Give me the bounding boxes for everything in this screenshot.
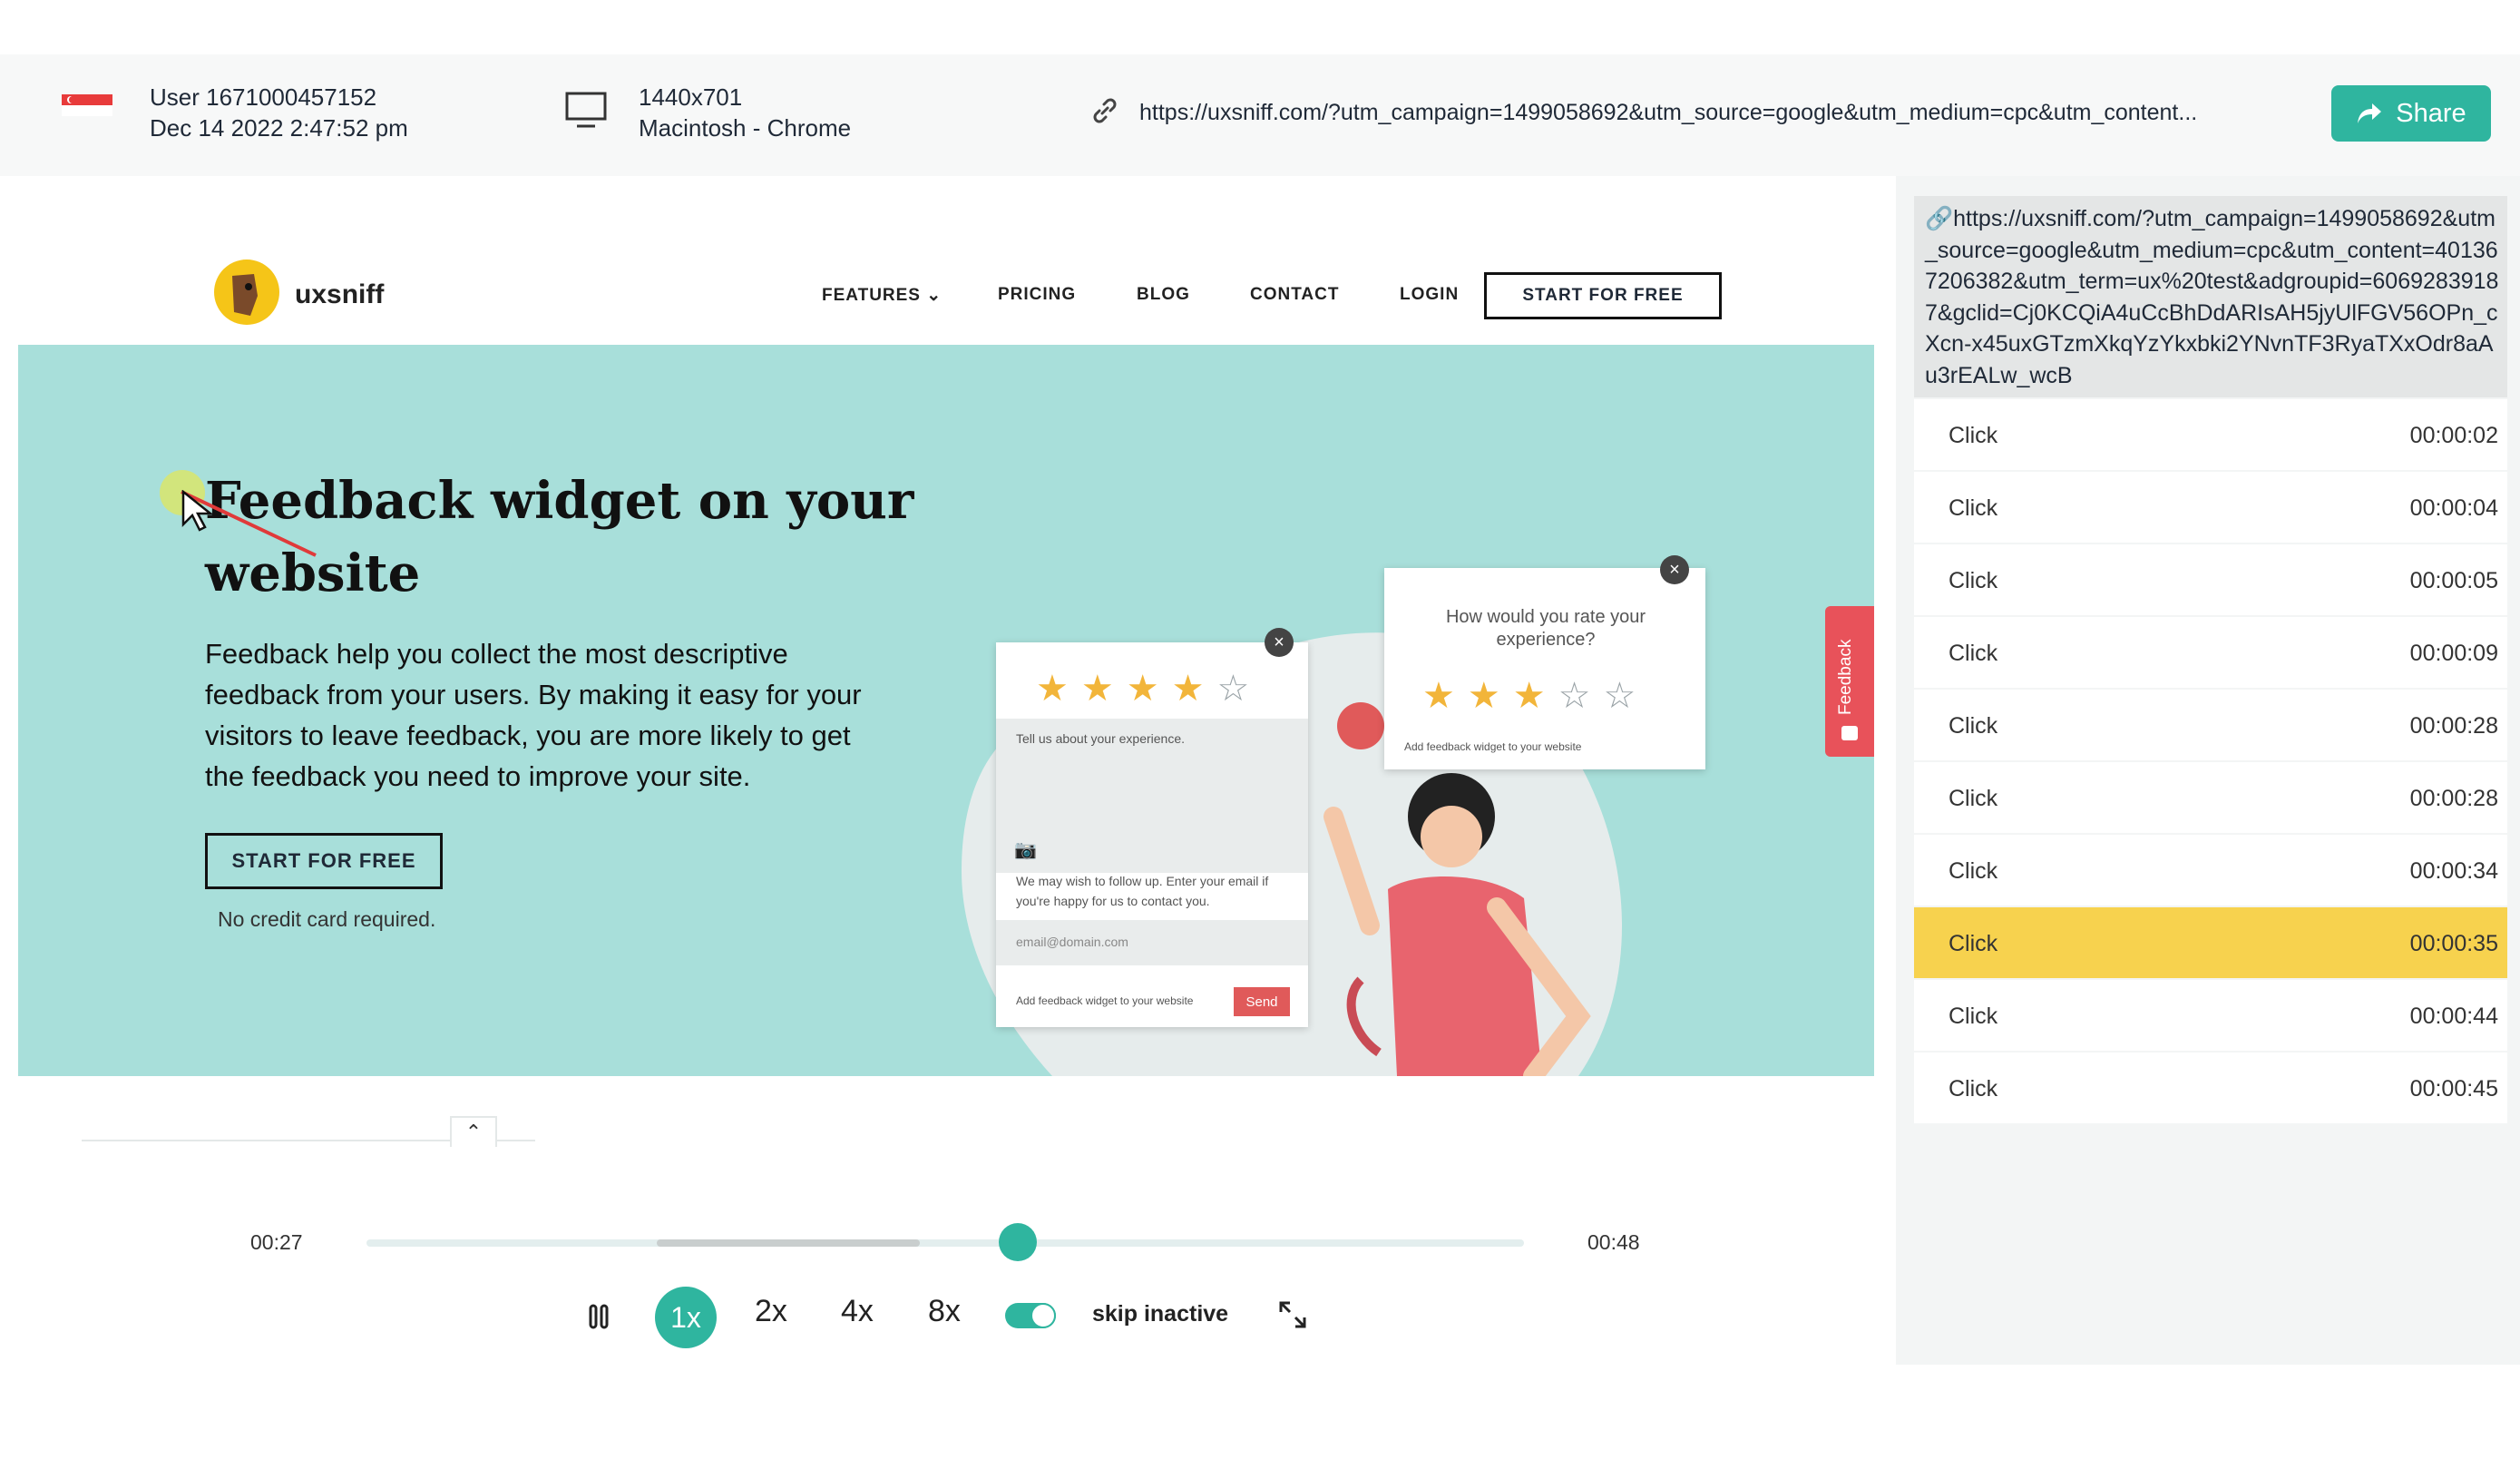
feedback-tab-label: Feedback (1836, 639, 1855, 715)
nav-pricing[interactable]: PRICING (998, 285, 1076, 305)
speed-2x-button[interactable]: 2x (755, 1294, 787, 1329)
event-time: 00:00:28 (2409, 786, 2498, 811)
nav-blog[interactable]: BLOG (1137, 285, 1190, 305)
event-name: Click (1949, 713, 1998, 739)
screen-resolution: 1440x701 (639, 83, 743, 111)
card1-footer: Add feedback widget to your website (1016, 994, 1194, 1007)
skip-inactive-label: skip inactive (1092, 1301, 1229, 1327)
event-name: Click (1949, 495, 1998, 521)
speed-4x-button[interactable]: 4x (841, 1294, 874, 1329)
hero-start-free-button[interactable]: START FOR FREE (205, 833, 443, 889)
speed-1x-button[interactable]: 1x (655, 1287, 717, 1348)
event-row[interactable]: Click 00:00:04 (1914, 472, 2507, 544)
close-icon: × (1660, 555, 1689, 584)
event-name: Click (1949, 568, 1998, 593)
link-icon: 🔗 (1925, 206, 1954, 231)
event-name: Click (1949, 786, 1998, 811)
skip-inactive-toggle-knob (1030, 1303, 1056, 1328)
pause-icon[interactable] (588, 1303, 610, 1330)
close-icon: × (1265, 628, 1294, 657)
event-row[interactable]: Click 00:00:35 (1914, 907, 2507, 980)
event-row[interactable]: Click 00:00:34 (1914, 835, 2507, 907)
event-name: Click (1949, 423, 1998, 448)
event-time: 00:00:45 (2409, 1076, 2498, 1102)
event-time: 00:00:34 (2409, 858, 2498, 884)
sidebar-url: 🔗https://uxsniff.com/?utm_campaign=14990… (1925, 203, 2502, 391)
event-row[interactable]: Click 00:00:28 (1914, 762, 2507, 835)
event-name: Click (1949, 1004, 1998, 1029)
device-info: Macintosh - Chrome (639, 114, 852, 142)
nav-start-free-button[interactable]: START FOR FREE (1484, 272, 1722, 319)
event-name: Click (1949, 858, 1998, 884)
event-time: 00:00:04 (2409, 495, 2498, 521)
share-button[interactable]: Share (2331, 85, 2491, 142)
session-date: Dec 14 2022 2:47:52 pm (150, 114, 408, 142)
hero-title: Feedback widget on your website (205, 471, 914, 603)
sidebar-url-text: https://uxsniff.com/?utm_campaign=149905… (1925, 206, 2499, 388)
message-icon (1841, 726, 1858, 740)
session-user-id: User 1671000457152 (150, 83, 377, 111)
event-name: Click (1949, 931, 1998, 956)
event-name: Click (1949, 1076, 1998, 1102)
event-time: 00:00:28 (2409, 713, 2498, 739)
feedback-placeholder: Tell us about your experience. (1016, 731, 1185, 746)
feedback-send-button: Send (1234, 987, 1290, 1016)
feedback-email-placeholder: email@domain.com (1016, 935, 1128, 949)
feedback-tab[interactable]: Feedback (1825, 606, 1874, 757)
hero-subtitle: Feedback help you collect the most descr… (205, 638, 862, 792)
event-row[interactable]: Click 00:00:44 (1914, 980, 2507, 1053)
event-row[interactable]: Click 00:00:09 (1914, 617, 2507, 690)
timeline-scrubber[interactable] (998, 1223, 1037, 1261)
current-time: 00:27 (250, 1230, 303, 1254)
share-icon (2358, 103, 2382, 123)
event-time: 00:00:09 (2409, 641, 2498, 666)
monitor-icon (565, 92, 607, 128)
nav-login[interactable]: LOGIN (1400, 285, 1459, 305)
event-name: Click (1949, 641, 1998, 666)
chevron-down-icon: ⌄ (926, 286, 943, 305)
chevron-up-icon[interactable]: ⌃ (450, 1116, 497, 1147)
event-time: 00:00:44 (2409, 1004, 2498, 1029)
timeline-inactive-segment (657, 1239, 920, 1247)
nav-features-label: FEATURES (822, 286, 921, 305)
feedback-followup: We may wish to follow up. Enter your ema… (1016, 874, 1269, 908)
cursor-icon (181, 490, 212, 532)
camera-icon: 📷 (1014, 840, 1037, 860)
event-time: 00:00:35 (2409, 931, 2498, 956)
event-row[interactable]: Click 00:00:02 (1914, 399, 2507, 472)
speed-8x-button[interactable]: 8x (928, 1294, 961, 1329)
timeline-track[interactable] (366, 1239, 1524, 1247)
hero-note: No credit card required. (218, 907, 436, 931)
feedback-card-rating (1384, 568, 1705, 769)
fullscreen-icon[interactable] (1277, 1299, 1308, 1330)
session-url[interactable]: https://uxsniff.com/?utm_campaign=149905… (1139, 100, 2197, 126)
card2-rating-stars: ★★★☆☆ (1422, 676, 1649, 716)
nav-features[interactable]: FEATURES ⌄ (822, 285, 942, 306)
event-row[interactable]: Click 00:00:05 (1914, 544, 2507, 617)
card2-footer: Add feedback widget to your website (1404, 740, 1582, 753)
event-row[interactable]: Click 00:00:28 (1914, 690, 2507, 762)
share-label: Share (2396, 98, 2466, 128)
rating-question: How would you rate your experience? (1445, 607, 1646, 650)
singapore-flag-icon (62, 94, 112, 116)
link-icon (1093, 98, 1117, 123)
total-time: 00:48 (1587, 1230, 1640, 1254)
uxsniff-logo-icon[interactable] (214, 259, 279, 325)
site-logo-text[interactable]: uxsniff (295, 279, 384, 310)
event-row[interactable]: Click 00:00:45 (1914, 1053, 2507, 1125)
event-time: 00:00:02 (2409, 423, 2498, 448)
card1-rating-stars: ★★★★☆ (1036, 669, 1263, 709)
event-time: 00:00:05 (2409, 568, 2498, 593)
nav-contact[interactable]: CONTACT (1250, 285, 1339, 305)
